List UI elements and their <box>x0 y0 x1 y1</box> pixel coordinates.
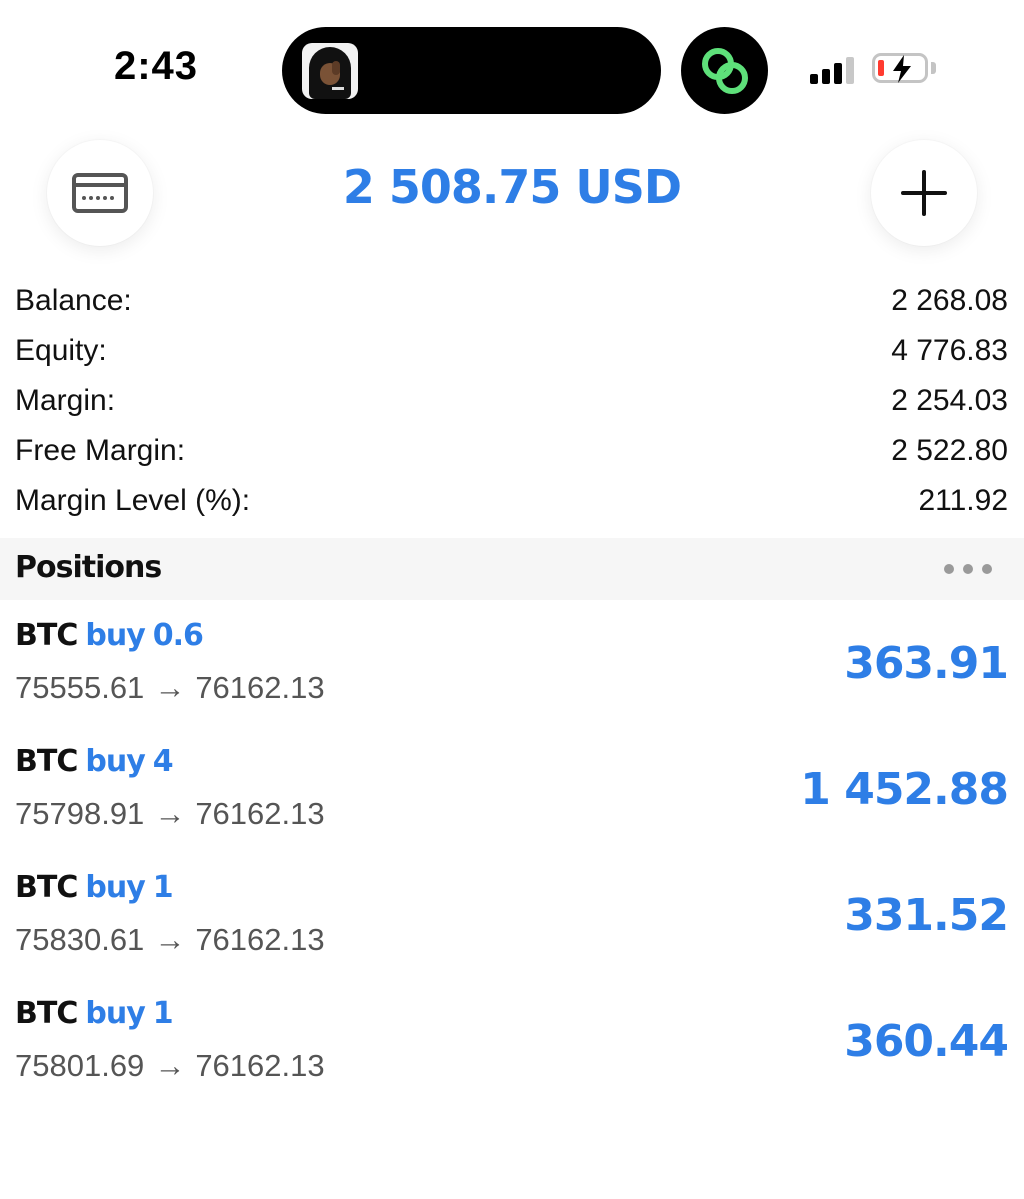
position-side: buy <box>85 618 145 653</box>
position-side: buy <box>85 996 145 1031</box>
position-current-price: 76162.13 <box>195 796 325 831</box>
dynamic-island[interactable] <box>282 27 661 114</box>
position-row[interactable]: BTC buy 1 75830.61 → 76162.13 331.52 <box>0 852 1024 978</box>
summary-row-margin: Margin: 2 254.03 <box>0 378 1024 428</box>
summary-value: 2 254.03 <box>891 384 1008 417</box>
more-horizontal-icon[interactable] <box>938 556 998 582</box>
account-header: 2 508.75 USD <box>0 130 1024 260</box>
link-rings-icon <box>702 48 748 94</box>
position-symbol: BTC <box>15 618 78 653</box>
summary-label: Margin Level (%): <box>15 484 251 517</box>
positions-title: Positions <box>15 550 162 585</box>
position-side: buy <box>85 870 145 905</box>
status-bar: 2:43 <box>0 0 1024 130</box>
positions-list: BTC buy 0.6 75555.61 → 76162.13 363.91 BTC bu… <box>0 600 1024 1104</box>
summary-value: 4 776.83 <box>891 334 1008 367</box>
position-current-price: 76162.13 <box>195 670 325 705</box>
arrow-right-icon: → <box>154 1048 186 1083</box>
summary-label: Margin: <box>15 384 116 417</box>
position-title: BTC buy 1 <box>15 870 174 905</box>
live-activity-thumbnail <box>302 43 358 99</box>
account-summary: Balance: 2 268.08 Equity: 4 776.83 Margi… <box>0 278 1024 528</box>
position-side: buy <box>85 744 145 779</box>
link-activity-bubble[interactable] <box>681 27 768 114</box>
position-title: BTC buy 4 <box>15 744 174 779</box>
summary-label: Balance: <box>15 284 132 317</box>
card-button[interactable] <box>47 140 153 246</box>
summary-value: 211.92 <box>918 484 1008 517</box>
position-row[interactable]: BTC buy 4 75798.91 → 76162.13 1 452.88 <box>0 726 1024 852</box>
account-total: 2 508.75 USD <box>342 160 682 214</box>
position-profit: 363.91 <box>844 638 1009 689</box>
position-title: BTC buy 0.6 <box>15 618 204 653</box>
cellular-signal-icon <box>810 56 858 84</box>
position-current-price: 76162.13 <box>195 1048 325 1083</box>
charging-bolt-icon <box>893 55 911 83</box>
battery-cap <box>931 62 936 74</box>
position-prices: 75801.69 → 76162.13 <box>15 1048 325 1084</box>
position-current-price: 76162.13 <box>195 922 325 957</box>
summary-row-equity: Equity: 4 776.83 <box>0 328 1024 378</box>
summary-label: Equity: <box>15 334 107 367</box>
summary-row-balance: Balance: 2 268.08 <box>0 278 1024 328</box>
summary-value: 2 522.80 <box>891 434 1008 467</box>
position-volume: 0.6 <box>152 618 204 653</box>
position-prices: 75555.61 → 76162.13 <box>15 670 325 706</box>
card-terminal-icon <box>72 173 128 213</box>
battery-icon <box>872 53 928 83</box>
position-row[interactable]: BTC buy 0.6 75555.61 → 76162.13 363.91 <box>0 600 1024 726</box>
position-volume: 1 <box>152 870 174 905</box>
position-open-price: 75801.69 <box>15 1048 145 1083</box>
arrow-right-icon: → <box>154 922 186 957</box>
position-prices: 75798.91 → 76162.13 <box>15 796 325 832</box>
position-open-price: 75798.91 <box>15 796 145 831</box>
status-time: 2:43 <box>113 44 199 88</box>
summary-row-margin-level: Margin Level (%): 211.92 <box>0 478 1024 528</box>
position-symbol: BTC <box>15 996 78 1031</box>
summary-value: 2 268.08 <box>891 284 1008 317</box>
plus-icon <box>901 170 947 216</box>
position-symbol: BTC <box>15 744 78 779</box>
arrow-right-icon: → <box>154 796 186 831</box>
add-button[interactable] <box>871 140 977 246</box>
summary-label: Free Margin: <box>15 434 186 467</box>
position-title: BTC buy 1 <box>15 996 174 1031</box>
position-volume: 4 <box>152 744 174 779</box>
position-prices: 75830.61 → 76162.13 <box>15 922 325 958</box>
position-symbol: BTC <box>15 870 78 905</box>
position-volume: 1 <box>152 996 174 1031</box>
positions-section-header: Positions <box>0 538 1024 600</box>
position-row[interactable]: BTC buy 1 75801.69 → 76162.13 360.44 <box>0 978 1024 1104</box>
position-open-price: 75555.61 <box>15 670 145 705</box>
position-profit: 360.44 <box>844 1016 1009 1067</box>
summary-row-free-margin: Free Margin: 2 522.80 <box>0 428 1024 478</box>
position-profit: 1 452.88 <box>800 764 1009 815</box>
position-profit: 331.52 <box>844 890 1009 941</box>
position-open-price: 75830.61 <box>15 922 145 957</box>
arrow-right-icon: → <box>154 670 186 705</box>
